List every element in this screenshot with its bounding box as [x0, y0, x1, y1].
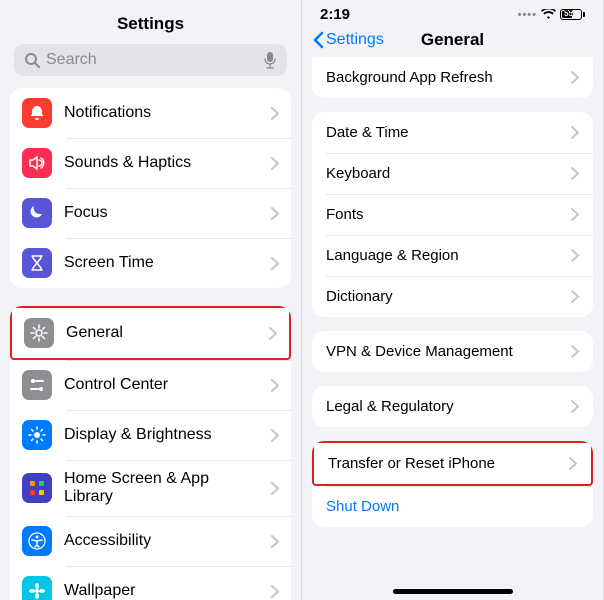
row-shut-down[interactable]: Shut Down	[312, 486, 593, 527]
general-group-1: Date & Time Keyboard Fonts Language & Regio…	[312, 112, 593, 317]
chevron-right-icon	[271, 379, 279, 392]
settings-row-control-center[interactable]: Control Center	[10, 360, 291, 410]
chevron-right-icon	[271, 107, 279, 120]
search-field[interactable]	[14, 44, 287, 76]
wifi-icon	[541, 9, 556, 20]
cell-dots-icon: ••••	[518, 9, 537, 21]
general-right-pane: 2:19 •••• 55 Settings General Background…	[302, 0, 604, 600]
chevron-right-icon	[569, 457, 577, 470]
row-date-time[interactable]: Date & Time	[312, 112, 593, 153]
gear-icon	[24, 318, 54, 348]
row-label: Legal & Regulatory	[326, 398, 571, 415]
general-group-top: Background App Refresh	[312, 57, 593, 98]
back-button[interactable]: Settings	[312, 31, 384, 49]
chevron-right-icon	[271, 157, 279, 170]
chevron-right-icon	[571, 290, 579, 303]
general-group-4: Transfer or Reset iPhone Shut Down	[312, 441, 593, 527]
back-label: Settings	[326, 31, 384, 49]
row-label: Dictionary	[326, 288, 571, 305]
general-group-3: Legal & Regulatory	[312, 386, 593, 427]
grid-icon	[22, 473, 52, 503]
settings-row-wallpaper[interactable]: Wallpaper	[10, 566, 291, 600]
row-label: Sounds & Haptics	[64, 154, 259, 172]
row-label: Background App Refresh	[326, 69, 571, 86]
search-icon	[24, 52, 40, 68]
chevron-right-icon	[571, 345, 579, 358]
row-label: Notifications	[64, 104, 259, 122]
row-legal-regulatory[interactable]: Legal & Regulatory	[312, 386, 593, 427]
row-label: Language & Region	[326, 247, 571, 264]
chevron-right-icon	[269, 327, 277, 340]
status-indicators: •••• 55	[518, 9, 585, 21]
row-label: Keyboard	[326, 165, 571, 182]
row-fonts[interactable]: Fonts	[312, 194, 593, 235]
status-bar: 2:19 •••• 55	[302, 0, 603, 25]
speaker-icon	[22, 148, 52, 178]
chevron-right-icon	[571, 71, 579, 84]
row-dictionary[interactable]: Dictionary	[312, 276, 593, 317]
row-vpn-device-management[interactable]: VPN & Device Management	[312, 331, 593, 372]
battery-icon: 55	[560, 9, 585, 20]
chevron-right-icon	[571, 167, 579, 180]
row-label: VPN & Device Management	[326, 343, 571, 360]
search-input[interactable]	[46, 51, 257, 69]
row-label: Date & Time	[326, 124, 571, 141]
row-label: Control Center	[64, 376, 259, 394]
switches-icon	[22, 370, 52, 400]
chevron-right-icon	[271, 482, 279, 495]
status-time: 2:19	[320, 6, 350, 23]
row-label: Focus	[64, 204, 259, 222]
settings-row-display-brightness[interactable]: Display & Brightness	[10, 410, 291, 460]
settings-row-notifications[interactable]: Notifications	[10, 88, 291, 138]
row-label: Display & Brightness	[64, 426, 259, 444]
nav-bar: Settings General	[302, 25, 603, 57]
row-label: General	[66, 324, 257, 342]
row-label: Screen Time	[64, 254, 259, 272]
row-background-app-refresh[interactable]: Background App Refresh	[312, 57, 593, 98]
settings-group-2: General Control Center Display & Brightnes…	[10, 306, 291, 600]
chevron-right-icon	[571, 126, 579, 139]
row-label: Home Screen & App Library	[64, 470, 259, 506]
row-label: Accessibility	[64, 532, 259, 550]
row-keyboard[interactable]: Keyboard	[312, 153, 593, 194]
chevron-right-icon	[271, 429, 279, 442]
row-label: Transfer or Reset iPhone	[328, 455, 569, 472]
flower-icon	[22, 576, 52, 600]
moon-icon	[22, 198, 52, 228]
chevron-right-icon	[571, 249, 579, 262]
chevron-right-icon	[271, 207, 279, 220]
mic-icon[interactable]	[263, 51, 277, 69]
settings-row-focus[interactable]: Focus	[10, 188, 291, 238]
settings-row-sounds-haptics[interactable]: Sounds & Haptics	[10, 138, 291, 188]
sun-icon	[22, 420, 52, 450]
settings-left-pane: Settings Notifications Sounds & Haptics Fo…	[0, 0, 302, 600]
settings-group-1: Notifications Sounds & Haptics Focus Screen…	[10, 88, 291, 288]
settings-row-screen-time[interactable]: Screen Time	[10, 238, 291, 288]
row-label: Shut Down	[326, 498, 579, 515]
page-title: Settings	[0, 0, 301, 44]
settings-row-home-screen-app-library[interactable]: Home Screen & App Library	[10, 460, 291, 516]
row-label: Fonts	[326, 206, 571, 223]
chevron-left-icon	[312, 31, 324, 49]
chevron-right-icon	[571, 208, 579, 221]
settings-row-general[interactable]: General	[10, 306, 291, 360]
bell-icon	[22, 98, 52, 128]
chevron-right-icon	[271, 257, 279, 270]
accessibility-icon	[22, 526, 52, 556]
chevron-right-icon	[271, 585, 279, 598]
hourglass-icon	[22, 248, 52, 278]
general-group-2: VPN & Device Management	[312, 331, 593, 372]
chevron-right-icon	[571, 400, 579, 413]
row-transfer-or-reset-iphone[interactable]: Transfer or Reset iPhone	[312, 441, 593, 486]
chevron-right-icon	[271, 535, 279, 548]
home-indicator[interactable]	[393, 589, 513, 594]
row-language-region[interactable]: Language & Region	[312, 235, 593, 276]
settings-row-accessibility[interactable]: Accessibility	[10, 516, 291, 566]
row-label: Wallpaper	[64, 582, 259, 600]
